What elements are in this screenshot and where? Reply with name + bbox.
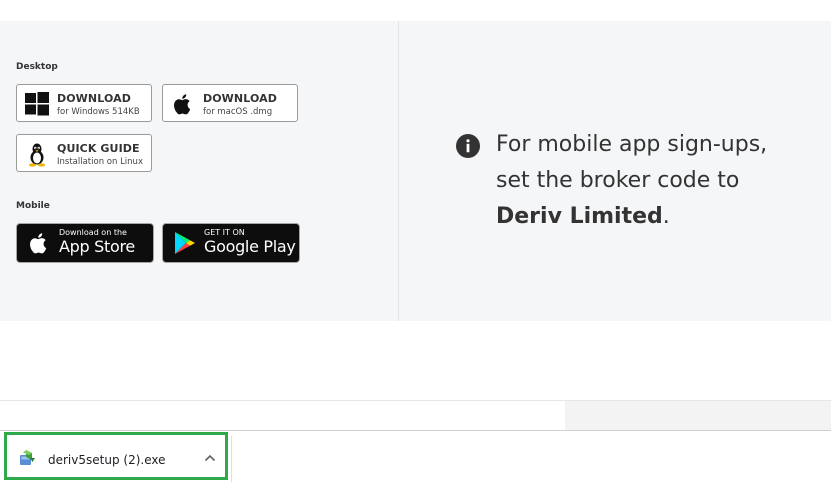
google-play-button[interactable]: GET IT ON Google Play [162,223,300,263]
apple-icon [174,94,191,115]
download-macos-subtitle: for macOS .dmg [203,107,273,117]
mobile-section-label: Mobile [16,201,50,211]
download-windows-subtitle: for Windows 514KB [57,107,140,117]
broker-name: Deriv Limited [496,204,663,229]
linux-quick-guide-subtitle: Installation on Linux [57,157,143,167]
horizontal-scroll-area [565,401,831,431]
apple-icon [30,233,47,254]
linux-tux-icon [29,143,45,167]
chevron-up-icon[interactable] [203,453,217,463]
desktop-section-label: Desktop [16,62,58,72]
google-play-name: Google Play [204,237,296,256]
notice-line-3: Deriv Limited. [496,199,816,235]
download-file-name: deriv5setup (2).exe [48,453,166,467]
notice-line-2: set the broker code to [496,168,740,193]
broker-code-notice: For mobile app sign-ups, set the broker … [496,127,816,235]
google-play-icon [175,232,195,254]
app-store-name: App Store [59,237,135,256]
page: Desktop DOWNLOAD for Windows 514KB DOWNL… [0,0,831,484]
notice-line-1: For mobile app sign-ups, [496,132,768,157]
download-macos-button[interactable]: DOWNLOAD for macOS .dmg [162,84,298,122]
windows-icon [25,92,49,116]
google-play-caption: GET IT ON [204,228,245,237]
linux-quick-guide-title: QUICK GUIDE [57,142,140,155]
notice-period: . [662,204,670,229]
download-item[interactable]: deriv5setup (2).exe [4,432,228,480]
download-windows-button[interactable]: DOWNLOAD for Windows 514KB [16,84,152,122]
app-store-button[interactable]: Download on the App Store [16,223,154,263]
linux-quick-guide-button[interactable]: QUICK GUIDE Installation on Linux [16,134,152,172]
download-item-separator [231,436,232,482]
app-store-caption: Download on the [59,228,127,237]
info-icon [456,134,480,158]
panel-divider [398,21,399,321]
download-windows-title: DOWNLOAD [57,92,131,105]
installer-file-icon [20,450,35,465]
download-macos-title: DOWNLOAD [203,92,277,105]
